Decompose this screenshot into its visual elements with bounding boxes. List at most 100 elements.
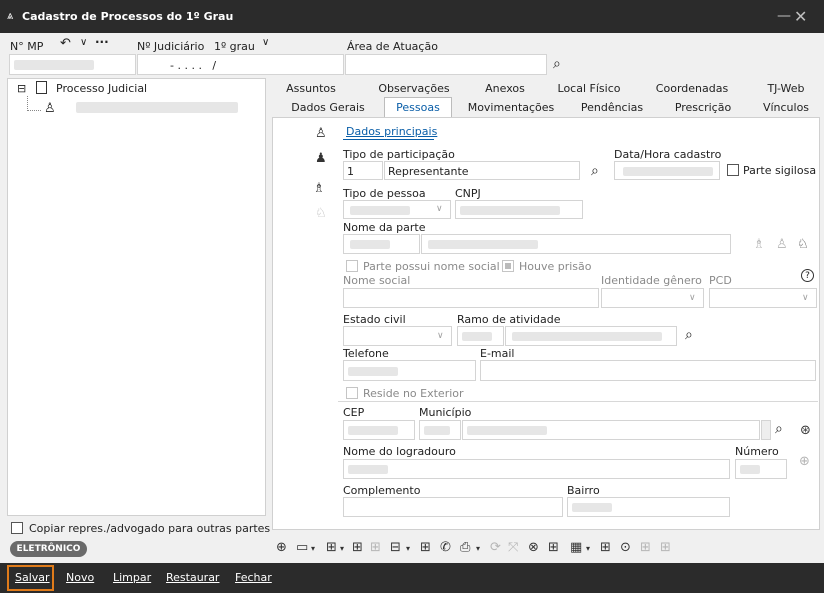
tab-assuntos[interactable]: Assuntos <box>280 82 342 95</box>
municipio-input[interactable] <box>462 420 760 440</box>
tipo-pessoa-select[interactable]: ∨ <box>343 200 451 219</box>
cnpj-input[interactable] <box>455 200 583 219</box>
blurred-text <box>428 240 538 249</box>
person-icon[interactable]: ♙ <box>315 127 327 141</box>
blurred-text <box>462 332 492 341</box>
logradouro-label: Nome do logradouro <box>343 445 456 458</box>
dropdown-arrow-icon[interactable]: ▾ <box>586 542 590 556</box>
eletronico-badge: ELETRÔNICO <box>10 541 87 557</box>
tree-root-label[interactable]: Processo Judicial <box>56 82 147 95</box>
tab-tj-web[interactable]: TJ-Web <box>756 82 816 95</box>
telefone-input[interactable] <box>343 360 476 381</box>
phone-icon[interactable]: ✆ <box>440 541 451 555</box>
dropdown-arrow-icon[interactable]: ▾ <box>406 542 410 556</box>
mp-input[interactable] <box>9 54 136 75</box>
nome-social-checkbox <box>346 260 358 272</box>
search-icon[interactable]: ⌕ <box>591 163 599 179</box>
more-icon[interactable]: ··· <box>95 35 109 49</box>
uf-input[interactable] <box>761 420 771 440</box>
nome-parte-input[interactable] <box>421 234 731 254</box>
logradouro-input[interactable] <box>343 459 730 479</box>
restaurar-button[interactable]: Restaurar <box>166 571 219 584</box>
blurred-text <box>14 60 94 70</box>
tab-local-fisico[interactable]: Local Físico <box>554 82 624 95</box>
document-stack-icon[interactable]: ⊟ <box>390 541 401 555</box>
network-icon[interactable]: ⊞ <box>326 541 337 555</box>
email-input[interactable] <box>480 360 816 381</box>
copiar-checkbox[interactable] <box>11 522 23 534</box>
complemento-input[interactable] <box>343 497 563 517</box>
add-document-icon[interactable]: ⊕ <box>276 541 287 555</box>
subtab-dados-principais[interactable]: Dados principais <box>346 125 437 138</box>
tab-anexos[interactable]: Anexos <box>480 82 530 95</box>
municipio-label: Município <box>419 406 472 419</box>
estado-civil-select[interactable]: ∨ <box>343 326 452 346</box>
document-search-icon[interactable]: ⊗ <box>528 541 539 555</box>
save-button[interactable]: Salvar <box>15 571 50 584</box>
search-icon[interactable]: ⌕ <box>685 327 693 343</box>
ramo-atividade-label: Ramo de atividade <box>457 313 561 326</box>
person-icon: ♙ <box>44 101 56 116</box>
document-sign-icon[interactable]: ⊙ <box>620 541 631 555</box>
dropdown-arrow-icon[interactable]: ▾ <box>476 542 480 556</box>
search-icon[interactable]: ⌕ <box>553 56 561 72</box>
minimize-button[interactable]: — <box>777 8 791 24</box>
novo-button[interactable]: Novo <box>66 571 94 584</box>
tab-prescricao[interactable]: Prescrição <box>668 101 738 114</box>
person-lock-icon[interactable]: ♟ <box>315 152 327 166</box>
tab-pessoas[interactable]: Pessoas <box>384 101 452 114</box>
parte-sigilosa-checkbox[interactable] <box>727 164 739 176</box>
blurred-text <box>740 465 760 474</box>
location-search-icon[interactable]: ⊛ <box>800 424 811 438</box>
window-icon[interactable]: ▭ <box>296 541 308 555</box>
tree-expander-icon[interactable]: ⊟ <box>17 82 26 95</box>
tab-strip: Assuntos Observações Anexos Local Físico… <box>272 79 818 117</box>
calendar-icon[interactable]: ▦ <box>570 541 582 555</box>
tab-coordenadas[interactable]: Coordenadas <box>652 82 732 95</box>
blurred-text <box>623 167 713 176</box>
limpar-button[interactable]: Limpar <box>113 571 151 584</box>
person-remove-icon[interactable]: ♗ <box>313 182 325 196</box>
tipo-value-input[interactable]: Representante <box>384 161 580 180</box>
data-hora-input[interactable] <box>614 161 720 180</box>
search-icon[interactable]: ⌕ <box>775 421 783 437</box>
identidade-genero-label: Identidade gênero <box>601 274 702 287</box>
tab-dados-gerais[interactable]: Dados Gerais <box>288 101 368 114</box>
dropdown-arrow-icon[interactable]: ▾ <box>311 542 315 556</box>
tab-movimentacoes[interactable]: Movimentações <box>466 101 556 114</box>
chevron-down-icon[interactable]: ∨ <box>80 37 87 48</box>
copy-icon[interactable]: ⊞ <box>420 541 431 555</box>
document-attach-icon[interactable]: ⊞ <box>600 541 611 555</box>
tab-observacoes[interactable]: Observações <box>374 82 454 95</box>
tree-person-blurred[interactable] <box>76 102 238 113</box>
help-icon[interactable]: ? <box>801 269 814 282</box>
telefone-label: Telefone <box>343 347 389 360</box>
print-icon[interactable]: ⎙ <box>460 541 470 555</box>
close-button[interactable]: ✕ <box>794 7 807 26</box>
cep-input[interactable] <box>343 420 415 440</box>
numero-input[interactable] <box>735 459 787 479</box>
tab-vinculos[interactable]: Vínculos <box>756 101 816 114</box>
tipo-value: Representante <box>388 165 469 178</box>
tipo-code-input[interactable]: 1 <box>343 161 383 180</box>
judicial-value: - . . . . / <box>170 59 217 72</box>
fechar-button[interactable]: Fechar <box>235 571 272 584</box>
folder-icon[interactable]: ⊞ <box>548 541 559 555</box>
ramo-input[interactable] <box>505 326 677 346</box>
tree-icon[interactable]: ⊞ <box>352 541 363 555</box>
nome-parte-code-input[interactable] <box>343 234 420 254</box>
chevron-down-icon: ∨ <box>437 331 444 341</box>
ramo-code-input[interactable] <box>457 326 504 346</box>
blurred-text <box>424 426 450 435</box>
grau-chevron-icon[interactable]: ∨ <box>262 37 269 48</box>
municipio-code-input[interactable] <box>419 420 461 440</box>
judicial-input[interactable]: - . . . . / <box>137 54 344 75</box>
dropdown-arrow-icon[interactable]: ▾ <box>340 542 344 556</box>
copiar-label: Copiar repres./advogado para outras part… <box>29 522 271 535</box>
bottom-action-bar: Salvar Novo Limpar Restaurar Fechar <box>0 563 824 593</box>
undo-icon[interactable]: ↶ <box>60 36 71 51</box>
area-input[interactable] <box>345 54 547 75</box>
tab-pendencias[interactable]: Pendências <box>572 101 652 114</box>
person-search-icon[interactable]: ♘ <box>797 238 809 252</box>
bairro-input[interactable] <box>567 497 730 517</box>
